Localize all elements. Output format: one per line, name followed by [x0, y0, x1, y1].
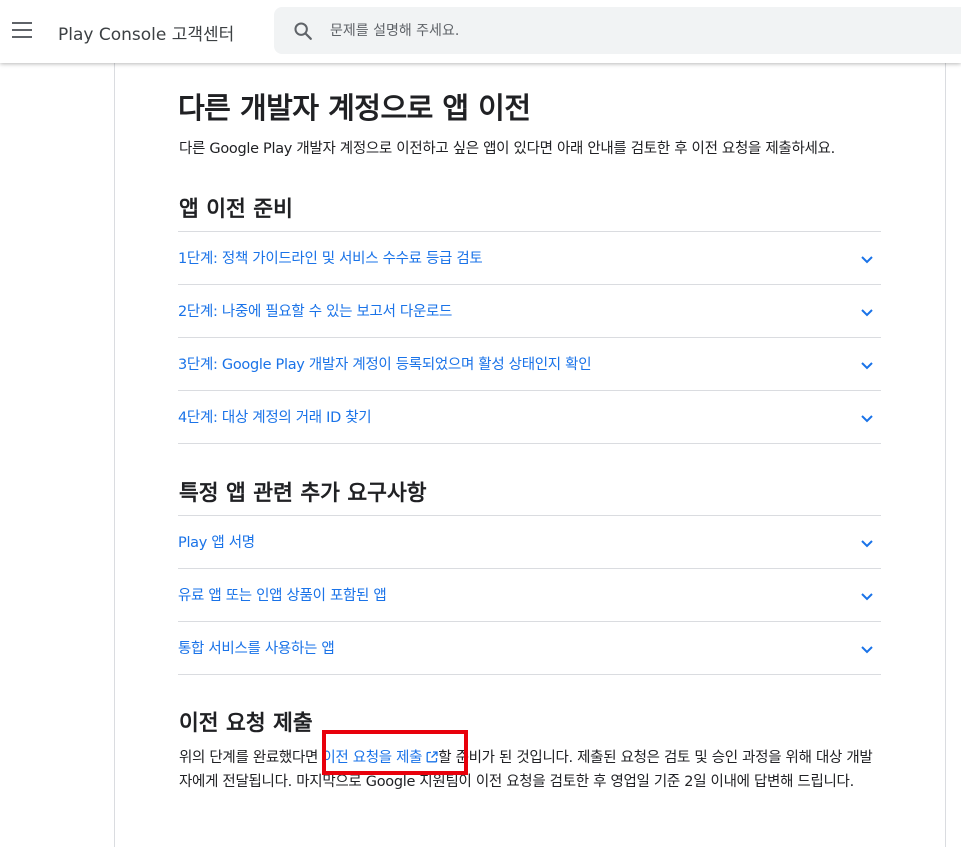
chevron-down-icon[interactable]: [859, 588, 875, 604]
accordion-requirements: Play 앱 서명 유료 앱 또는 인앱 상품이 포함된 앱 통합 서비스를 사…: [178, 515, 881, 675]
menu-icon[interactable]: [12, 22, 32, 38]
intro-text: 다른 Google Play 개발자 계정으로 이전하고 싶은 앱이 있다면 아…: [179, 141, 835, 157]
accordion-item-app-signing[interactable]: Play 앱 서명: [178, 516, 881, 569]
accordion-item-step4[interactable]: 4단계: 대상 계정의 거래 ID 찾기: [178, 391, 881, 444]
section-heading-requirements: 특정 앱 관련 추가 요구사항: [179, 481, 427, 506]
accordion-item-label[interactable]: 통합 서비스를 사용하는 앱: [178, 637, 335, 658]
chevron-down-icon[interactable]: [859, 251, 875, 267]
submit-link-label[interactable]: 이전 요청을 제출: [322, 750, 422, 766]
accordion-item-label[interactable]: 유료 앱 또는 인앱 상품이 포함된 앱: [178, 584, 387, 605]
accordion-prepare: 1단계: 정책 가이드라인 및 서비스 수수료 등급 검토 2단계: 나중에 필…: [178, 231, 881, 444]
chevron-down-icon[interactable]: [859, 535, 875, 551]
accordion-item-integrated-services[interactable]: 통합 서비스를 사용하는 앱: [178, 622, 881, 675]
chevron-down-icon[interactable]: [859, 410, 875, 426]
accordion-item-paid-apps[interactable]: 유료 앱 또는 인앱 상품이 포함된 앱: [178, 569, 881, 622]
chevron-down-icon[interactable]: [859, 641, 875, 657]
submit-paragraph: 위의 단계를 완료했다면 이전 요청을 제출 할 준비가 된 것입니다. 제출된 …: [179, 746, 879, 794]
accordion-item-step1[interactable]: 1단계: 정책 가이드라인 및 서비스 수수료 등급 검토: [178, 232, 881, 285]
section-heading-prepare: 앱 이전 준비: [179, 197, 293, 222]
external-link-icon[interactable]: [426, 751, 438, 763]
chevron-down-icon[interactable]: [859, 304, 875, 320]
accordion-item-label[interactable]: 1단계: 정책 가이드라인 및 서비스 수수료 등급 검토: [178, 247, 483, 268]
accordion-item-step3[interactable]: 3단계: Google Play 개발자 계정이 등록되었으며 활성 상태인지 …: [178, 338, 881, 391]
accordion-item-label[interactable]: 3단계: Google Play 개발자 계정이 등록되었으며 활성 상태인지 …: [178, 353, 592, 374]
search-icon[interactable]: [292, 20, 314, 42]
product-title[interactable]: Play Console 고객센터: [58, 20, 234, 45]
accordion-item-label[interactable]: 2단계: 나중에 필요할 수 있는 보고서 다운로드: [178, 300, 452, 321]
search-input[interactable]: [330, 7, 930, 54]
submit-transfer-request-link[interactable]: 이전 요청을 제출: [322, 750, 438, 766]
accordion-item-label[interactable]: 4단계: 대상 계정의 거래 ID 찾기: [178, 406, 372, 427]
page-title: 다른 개발자 계정으로 앱 이전: [178, 91, 531, 125]
section-heading-submit: 이전 요청 제출: [179, 711, 313, 736]
accordion-item-step2[interactable]: 2단계: 나중에 필요할 수 있는 보고서 다운로드: [178, 285, 881, 338]
accordion-item-label[interactable]: Play 앱 서명: [178, 531, 255, 552]
submit-text-before: 위의 단계를 완료했다면: [179, 750, 323, 766]
top-bar: Play Console 고객센터: [0, 0, 961, 63]
search-box[interactable]: [274, 7, 961, 54]
chevron-down-icon[interactable]: [859, 357, 875, 373]
